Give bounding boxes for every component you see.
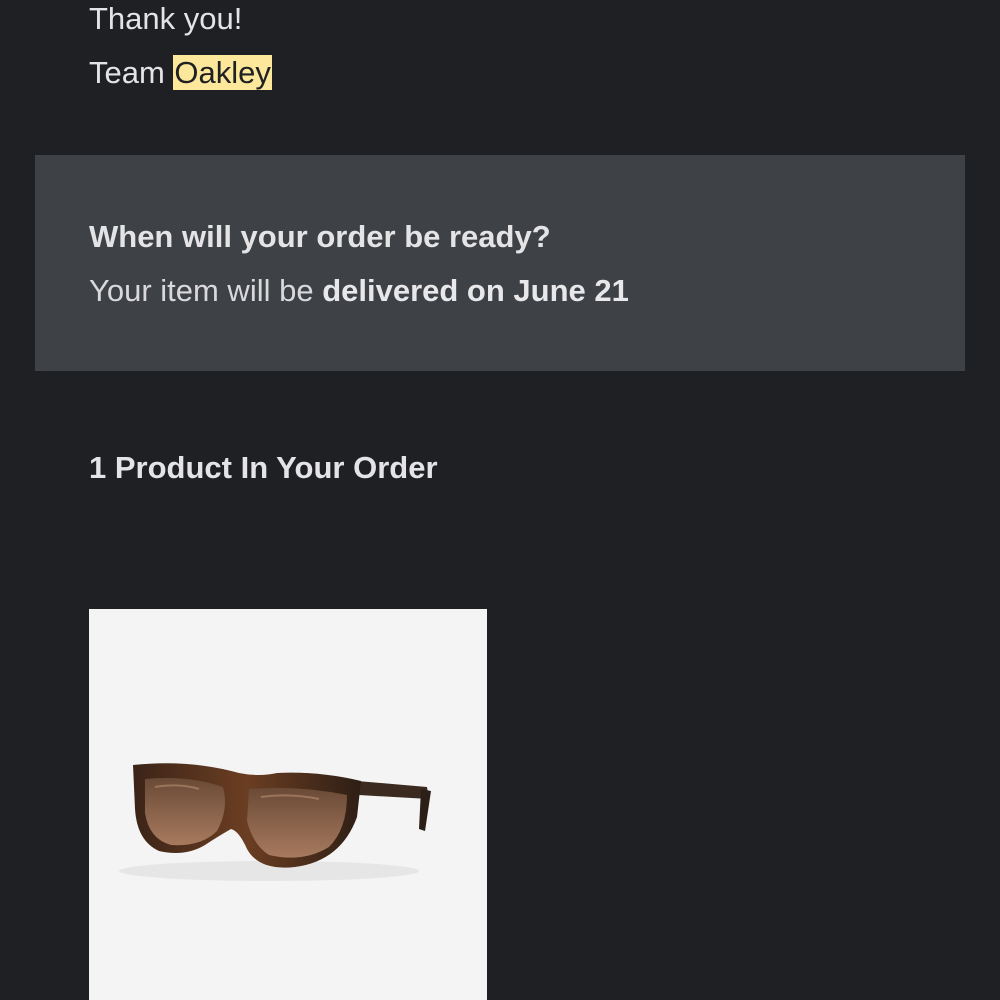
delivery-date-text: Your item will be delivered on June 21 — [89, 273, 629, 309]
delivery-text-prefix: Your item will be — [89, 273, 323, 308]
delivery-date-bold: delivered on June 21 — [322, 273, 629, 308]
sunglasses-product-image — [119, 763, 431, 881]
delivery-question: When will your order be ready? — [89, 219, 551, 254]
thank-you-text: Thank you! — [89, 1, 243, 36]
delivery-info-panel: When will your order be ready? Your item… — [35, 155, 965, 371]
team-signature: Team Oakley — [89, 55, 272, 90]
team-name-highlight[interactable]: Oakley — [173, 55, 272, 90]
team-prefix: Team — [89, 55, 174, 90]
products-heading: 1 Product In Your Order — [89, 450, 438, 485]
product-image-card[interactable] — [89, 609, 487, 1000]
